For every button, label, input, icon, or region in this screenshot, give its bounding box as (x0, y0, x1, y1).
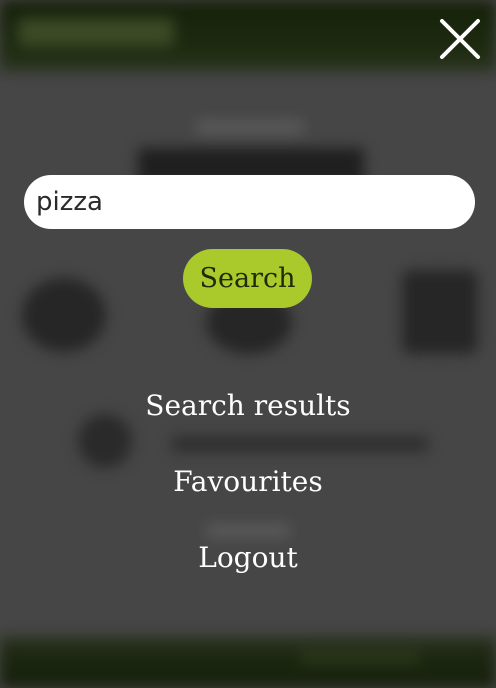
background-category-icon (22, 278, 106, 352)
blurred-background-page (0, 0, 496, 688)
background-subtitle (196, 120, 304, 134)
background-footer-text (300, 650, 420, 664)
background-search-text (172, 436, 428, 452)
search-button[interactable]: Search (183, 249, 312, 308)
menu-item-search-results[interactable]: Search results (0, 389, 496, 423)
app-screen: Search Search results Favourites Logout (0, 0, 496, 688)
close-icon (440, 19, 480, 59)
menu-item-favourites[interactable]: Favourites (0, 465, 496, 499)
background-label (206, 524, 290, 538)
close-button[interactable] (438, 18, 482, 60)
menu-item-logout[interactable]: Logout (0, 541, 496, 575)
background-category-icon (402, 270, 478, 354)
background-logo (18, 18, 174, 46)
search-input[interactable] (24, 175, 475, 229)
background-footer (0, 636, 496, 688)
